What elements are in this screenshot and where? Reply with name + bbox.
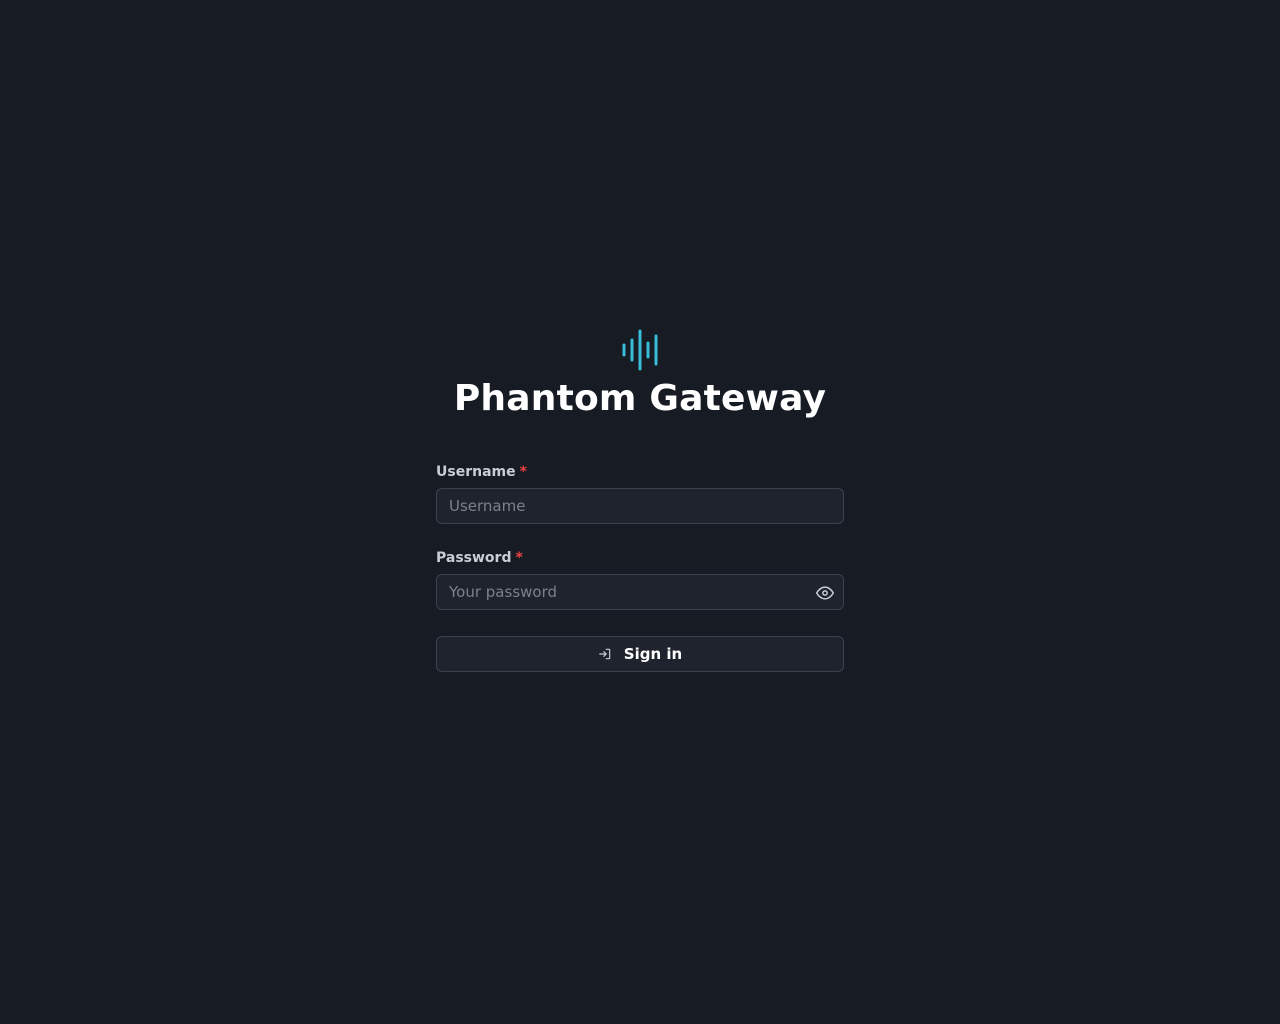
password-input[interactable] <box>437 575 843 609</box>
soundwave-icon <box>622 329 658 371</box>
login-page: Phantom Gateway Username * Password * <box>0 0 1280 1024</box>
login-container: Phantom Gateway Username * Password * <box>436 326 844 672</box>
username-field-group: Username * <box>436 464 844 524</box>
password-label: Password <box>436 550 512 566</box>
username-label-row: Username * <box>436 464 844 482</box>
sign-in-label: Sign in <box>623 645 683 663</box>
login-form: Username * Password * <box>436 464 844 672</box>
password-input-box <box>436 574 844 610</box>
app-title: Phantom Gateway <box>453 378 827 419</box>
toggle-password-visibility-button[interactable] <box>815 583 835 603</box>
username-input[interactable] <box>437 489 843 523</box>
required-mark: * <box>519 464 527 480</box>
password-field-group: Password * <box>436 550 844 610</box>
sign-in-button[interactable]: Sign in <box>436 636 844 672</box>
username-label: Username <box>436 464 516 480</box>
password-label-row: Password * <box>436 550 844 568</box>
login-icon <box>598 647 612 661</box>
required-mark: * <box>515 550 523 566</box>
username-input-box <box>436 488 844 524</box>
eye-icon <box>815 586 835 600</box>
brand: Phantom Gateway <box>436 326 844 420</box>
